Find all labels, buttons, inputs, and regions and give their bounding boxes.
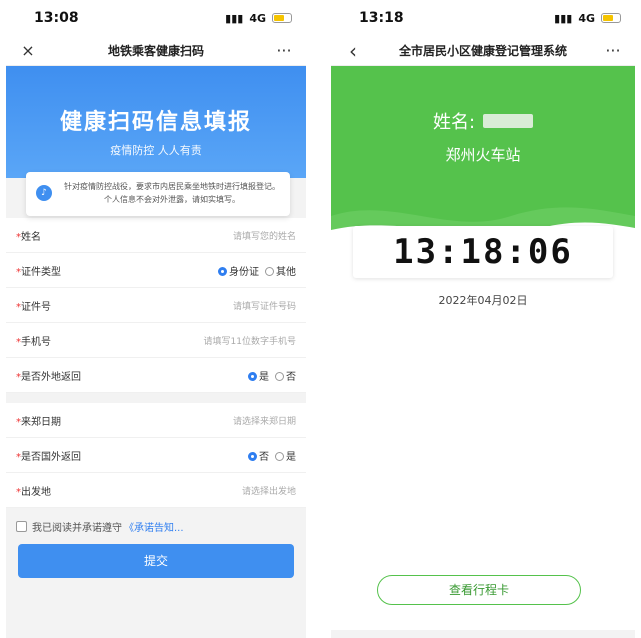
location-name: 郑州火车站	[445, 146, 521, 164]
field-label: 姓名	[21, 231, 41, 243]
nav-bar: ‹ 全市居民小区健康登记管理系统 ···	[331, 36, 635, 66]
radio-no[interactable]: 否	[248, 448, 269, 463]
field-id-type: *证件类型 身份证 其他	[6, 253, 306, 288]
radio-yes[interactable]: 是	[275, 448, 296, 463]
status-icons: ▮▮▮ 4G	[225, 12, 292, 25]
field-name[interactable]: *姓名 请填写您的姓名	[6, 218, 306, 253]
live-clock: 13:18:06	[353, 226, 613, 278]
page-title: 地铁乘客健康扫码	[107, 44, 204, 58]
id-number-input[interactable]: 请填写证件号码	[233, 299, 296, 312]
status-icons: ▮▮▮ 4G	[554, 12, 621, 25]
name-label: 姓名:	[432, 112, 476, 133]
field-returned-from-other-city: *是否外地返回 是 否	[6, 358, 306, 393]
departure-picker[interactable]: 请选择出发地	[242, 484, 296, 497]
status-bar: 13:08 ▮▮▮ 4G	[6, 0, 306, 36]
field-label: 证件号	[21, 301, 51, 313]
bottom-bar	[331, 630, 635, 638]
right-phone-screen: 13:18 ▮▮▮ 4G ‹ 全市居民小区健康登记管理系统 ··· 姓名: 郑州…	[331, 0, 635, 638]
network-type: 4G	[249, 11, 266, 25]
agreement-link[interactable]: 《承诺告知...	[124, 519, 184, 534]
page-title: 全市居民小区健康登记管理系统	[398, 44, 567, 58]
current-date: 2022年04月02日	[438, 294, 528, 307]
field-label: 是否外地返回	[21, 371, 81, 383]
phone-input[interactable]: 请填写11位数字手机号	[204, 334, 296, 347]
radio-other[interactable]: 其他	[265, 263, 296, 278]
radio-no[interactable]: 否	[275, 368, 296, 383]
field-phone[interactable]: *手机号 请填写11位数字手机号	[6, 323, 306, 358]
field-returned-from-abroad: *是否国外返回 否 是	[6, 438, 306, 473]
banner-title: 健康扫码信息填报	[59, 110, 252, 135]
field-arrival-date[interactable]: *来郑日期 请选择来郑日期	[6, 403, 306, 438]
name-redacted	[483, 114, 534, 128]
bell-icon: ♪	[36, 185, 52, 201]
notice-card: ♪ 针对疫情防控战役，要求市内居民乘坐地铁时进行填报登记。个人信息不会对外泄露，…	[26, 172, 290, 216]
health-status-panel: 姓名: 郑州火车站	[331, 66, 635, 246]
submit-button[interactable]: 提交	[18, 544, 294, 578]
left-phone-screen: 13:08 ▮▮▮ 4G × 地铁乘客健康扫码 ··· 健康扫码信息填报 疫情防…	[6, 0, 306, 638]
field-departure[interactable]: *出发地 请选择出发地	[6, 473, 306, 508]
signal-icon: ▮▮▮	[225, 11, 244, 25]
nav-bar: × 地铁乘客健康扫码 ···	[6, 36, 306, 66]
more-icon[interactable]: ···	[274, 41, 294, 60]
field-label: 是否国外返回	[21, 451, 81, 463]
radio-yes[interactable]: 是	[248, 368, 269, 383]
registration-form: *姓名 请填写您的姓名 *证件类型 身份证 其他 *证件号 请填写证件号码 *手…	[6, 218, 306, 508]
field-label: 出发地	[21, 486, 51, 498]
battery-icon	[272, 13, 292, 23]
field-label: 证件类型	[21, 266, 61, 278]
more-icon[interactable]: ···	[603, 41, 623, 60]
signal-icon: ▮▮▮	[554, 11, 573, 25]
header-banner: 健康扫码信息填报 疫情防控 人人有责 ♪ 针对疫情防控战役，要求市内居民乘坐地铁…	[6, 66, 306, 216]
close-icon[interactable]: ×	[18, 41, 38, 60]
resident-name: 姓名:	[331, 66, 635, 134]
battery-icon	[601, 13, 621, 23]
banner-subtitle: 疫情防控 人人有责	[110, 144, 202, 157]
section-gap	[6, 393, 306, 403]
view-itinerary-button[interactable]: 查看行程卡	[377, 575, 581, 605]
radio-id-card[interactable]: 身份证	[218, 263, 259, 278]
agree-checkbox[interactable]	[16, 520, 27, 532]
network-type: 4G	[578, 11, 595, 25]
agreement-row: 我已阅读并承诺遵守 《承诺告知...	[6, 508, 306, 544]
field-label: 来郑日期	[21, 416, 61, 428]
name-input[interactable]: 请填写您的姓名	[233, 229, 296, 242]
status-time: 13:18	[359, 10, 404, 26]
arrival-date-picker[interactable]: 请选择来郑日期	[233, 414, 296, 427]
field-id-number[interactable]: *证件号 请填写证件号码	[6, 288, 306, 323]
status-bar: 13:18 ▮▮▮ 4G	[331, 0, 635, 36]
field-label: 手机号	[21, 336, 51, 348]
notice-text: 针对疫情防控战役，要求市内居民乘坐地铁时进行填报登记。个人信息不会对外泄露，请如…	[64, 182, 280, 204]
status-time: 13:08	[34, 10, 79, 26]
agree-text: 我已阅读并承诺遵守	[32, 522, 122, 534]
back-icon[interactable]: ‹	[343, 39, 363, 63]
